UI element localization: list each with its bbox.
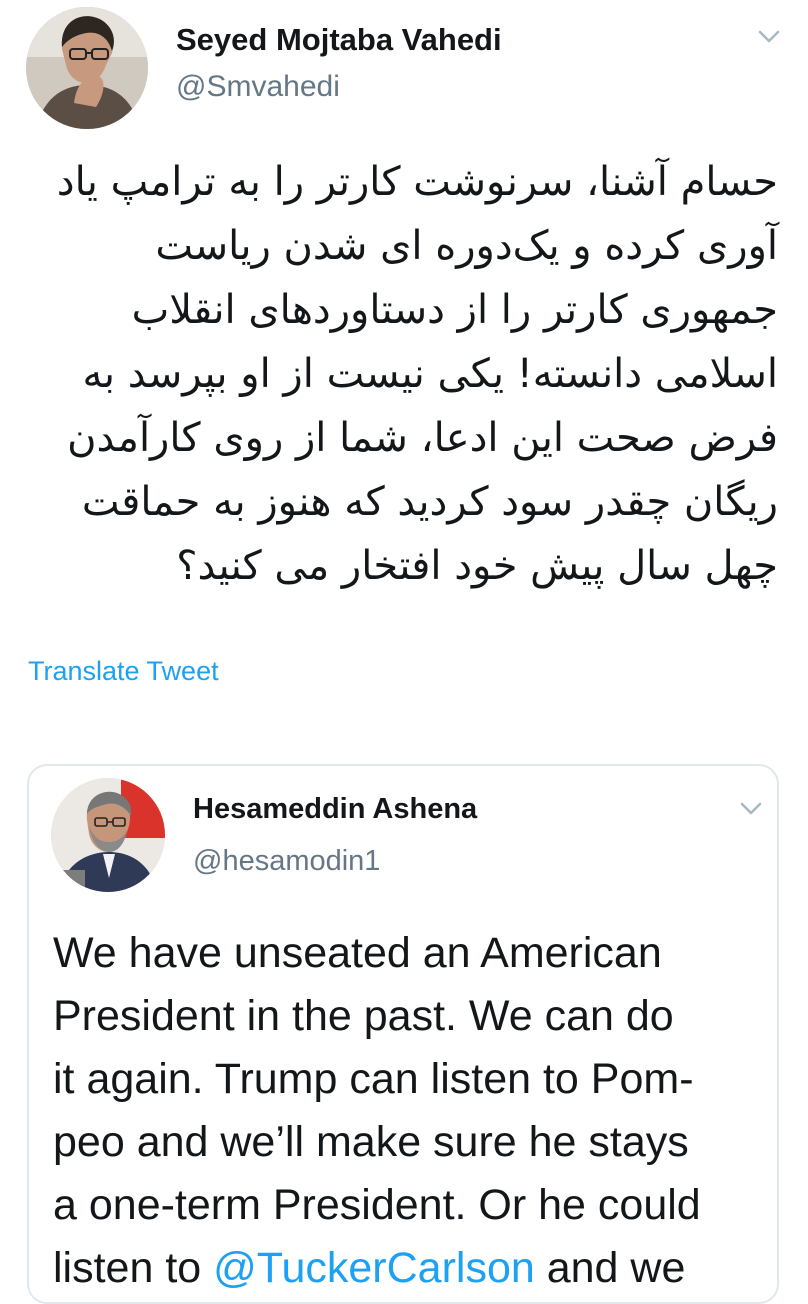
author-handle[interactable]: @Smvahedi [176, 70, 340, 104]
quoted-author-handle[interactable]: @hesamodin1 [193, 845, 380, 878]
mention-link[interactable]: @TuckerCarlson [213, 1244, 535, 1292]
quoted-text-line: a one-term President. Or he could [53, 1181, 701, 1229]
quoted-text-line: peo and we’ll make sure he stays [53, 1118, 689, 1166]
quoted-text-line-last: listen to @TuckerCarlson and we [53, 1237, 765, 1300]
quoted-author-name[interactable]: Hesameddin Ashena [193, 793, 477, 826]
translate-tweet-link[interactable]: Translate Tweet [28, 656, 219, 687]
quoted-text-line: President in the past. We can do [53, 992, 674, 1040]
quoted-text-line: it again. Trump can listen to Pom- [53, 1055, 694, 1103]
tweet-text: حسام آشنا، سرنوشت کارتر را به ترامپ یاد … [56, 159, 778, 589]
chevron-down-icon[interactable] [737, 798, 765, 818]
quoted-author-avatar[interactable] [51, 778, 165, 892]
author-avatar[interactable] [26, 7, 148, 129]
quoted-text-line: We have unseated an American [53, 929, 662, 977]
chevron-down-icon[interactable] [755, 26, 783, 46]
quoted-tweet-text: We have unseated an American President i… [53, 922, 765, 1300]
quoted-text-fragment: and we [534, 1244, 686, 1292]
author-name[interactable]: Seyed Mojtaba Vahedi [176, 22, 502, 58]
quoted-text-fragment: listen to [53, 1244, 214, 1292]
tweet: Seyed Mojtaba Vahedi @Smvahedi حسام آشنا… [0, 0, 808, 1304]
